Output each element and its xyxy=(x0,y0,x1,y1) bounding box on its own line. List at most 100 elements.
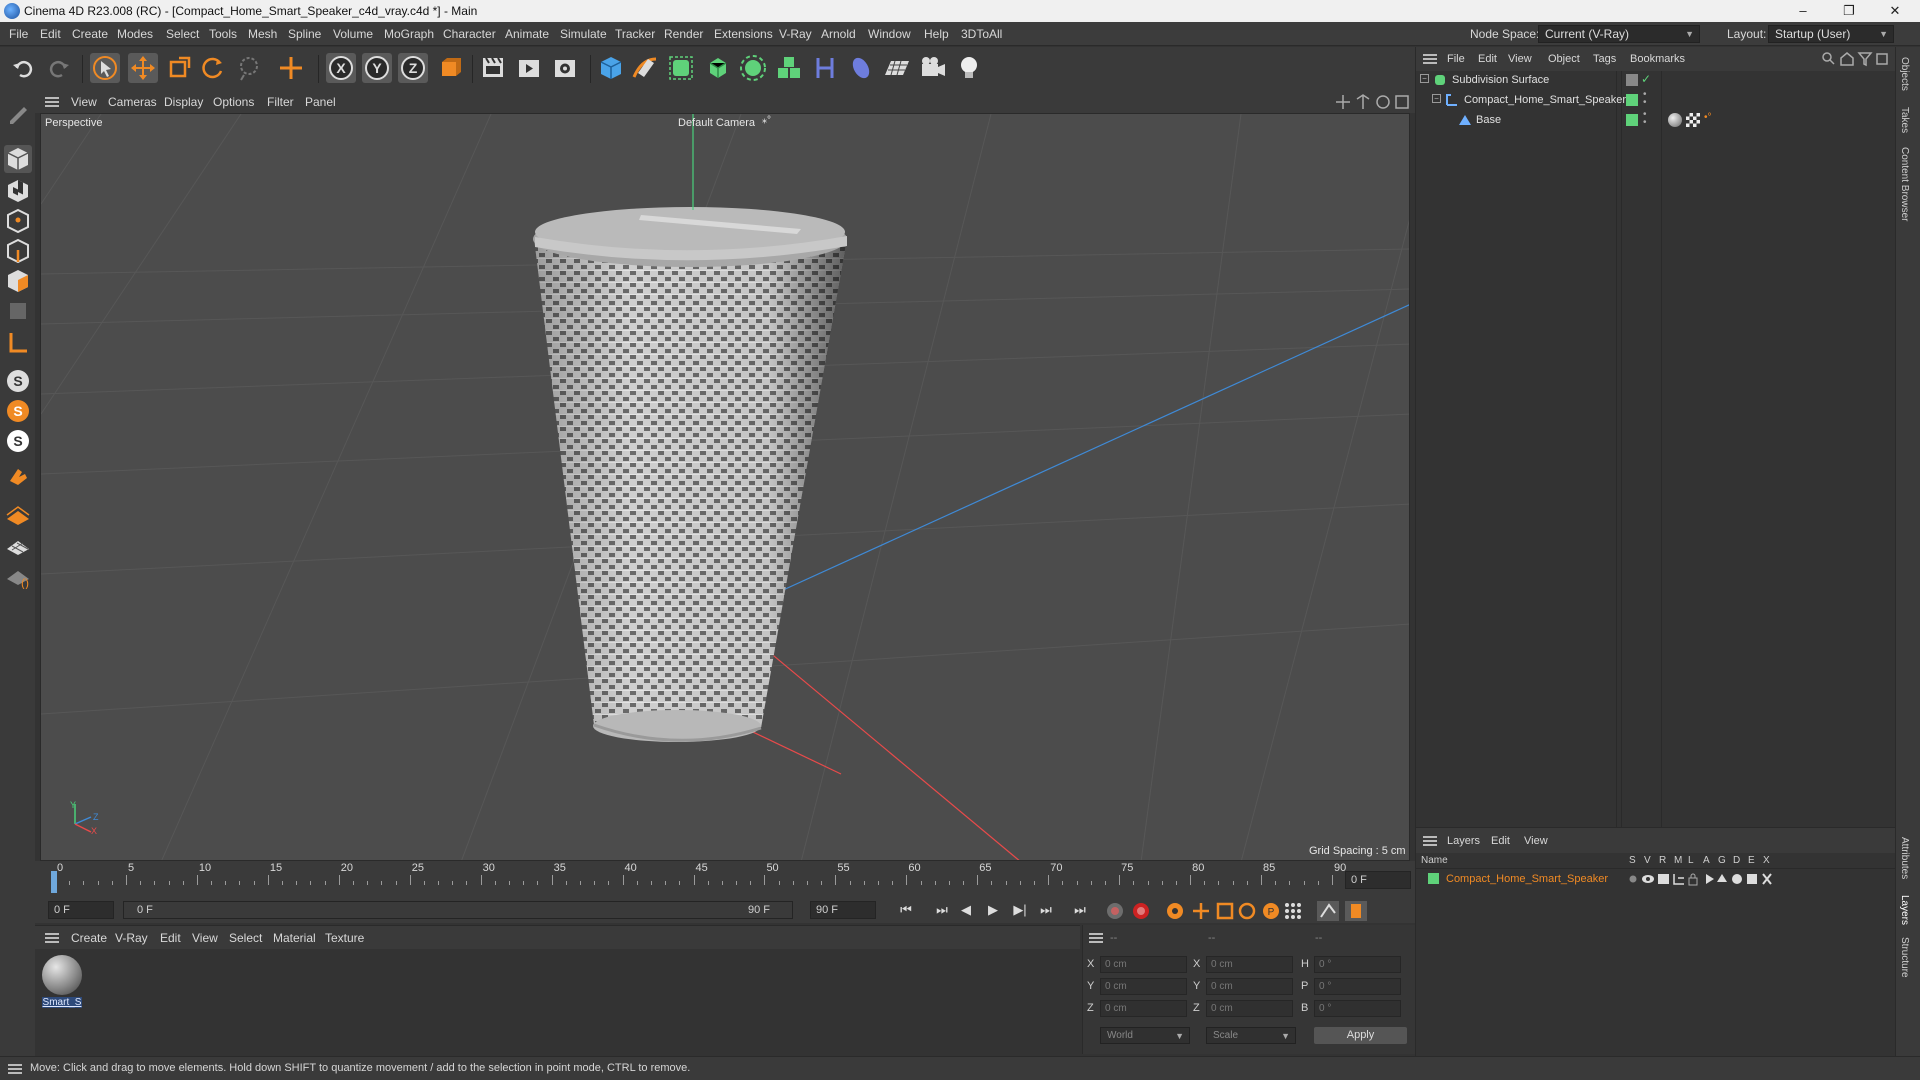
hamburger-menu-icon[interactable] xyxy=(1423,836,1437,846)
minimize-button[interactable]: – xyxy=(1780,0,1826,22)
end-frame-field[interactable]: 90 F xyxy=(810,901,876,919)
material-swatch[interactable]: Smart_S xyxy=(42,955,82,1013)
layer-col-view[interactable]: V xyxy=(1644,855,1651,866)
menu-render[interactable]: Render xyxy=(664,27,703,41)
cube-primitive-button[interactable] xyxy=(596,53,626,83)
object-menu-object[interactable]: Object xyxy=(1548,53,1580,65)
size-mode-dropdown[interactable]: Scale ▼ xyxy=(1206,1027,1296,1044)
menu-vray[interactable]: V-Ray xyxy=(779,27,812,41)
layer-menu-layers[interactable]: Layers xyxy=(1447,835,1480,847)
hamburger-menu-icon[interactable] xyxy=(1089,933,1103,943)
texture-mode-button[interactable] xyxy=(4,177,32,205)
select-tool-button[interactable] xyxy=(90,53,120,83)
hamburger-menu-icon[interactable] xyxy=(8,1064,22,1074)
go-to-end-button[interactable]: ⏭ xyxy=(1069,900,1091,920)
snap-button[interactable]: S xyxy=(4,367,32,395)
spline-pen-button[interactable] xyxy=(630,53,660,83)
material-tag-icon[interactable] xyxy=(1668,113,1682,127)
layer-toggle-icons[interactable] xyxy=(1626,872,1776,886)
material-menu-create[interactable]: Create xyxy=(71,931,107,945)
material-menu-texture[interactable]: Texture xyxy=(325,931,364,945)
pos-y-field[interactable]: 0 cm xyxy=(1100,978,1187,995)
tab-structure[interactable]: Structure xyxy=(1899,937,1910,978)
frame-range-slider[interactable]: 0 F 90 F xyxy=(123,901,793,919)
render-settings-button[interactable] xyxy=(550,53,580,83)
object-menu-edit[interactable]: Edit xyxy=(1478,53,1497,65)
tab-layers[interactable]: Layers xyxy=(1899,895,1910,925)
camera-button[interactable] xyxy=(918,53,948,83)
edge-mode-button[interactable] xyxy=(4,237,32,265)
material-menu-view[interactable]: View xyxy=(192,931,218,945)
grid-plane-button[interactable] xyxy=(4,531,32,559)
hamburger-menu-icon[interactable] xyxy=(45,933,59,943)
axis-mode-button[interactable] xyxy=(4,329,32,357)
go-to-start-button[interactable]: ⏮ xyxy=(895,900,917,920)
layer-color-swatch[interactable] xyxy=(1428,873,1439,884)
node-space-dropdown[interactable]: Current (V-Ray) ▼ xyxy=(1538,25,1700,43)
render-picture-viewer-button[interactable] xyxy=(514,53,544,83)
3d-viewport[interactable]: Perspective Default Camera ⁎° Y Z X Grid… xyxy=(40,113,1410,861)
layer-col-xref[interactable]: X xyxy=(1763,855,1770,866)
size-x-field[interactable]: 0 cm xyxy=(1206,956,1293,973)
layer-menu-view[interactable]: View xyxy=(1524,835,1548,847)
layer-menu-edit[interactable]: Edit xyxy=(1491,835,1510,847)
rotate-tool-button[interactable] xyxy=(198,53,228,83)
size-y-field[interactable]: 0 cm xyxy=(1206,978,1293,995)
menu-edit[interactable]: Edit xyxy=(40,27,61,41)
mograph-button[interactable] xyxy=(774,53,804,83)
menu-tracker[interactable]: Tracker xyxy=(615,27,655,41)
texture-tag-icon[interactable] xyxy=(1686,113,1700,127)
redo-button[interactable] xyxy=(44,53,74,83)
timeline-ruler[interactable]: 0 5 10 15 20 25 30 35 40 45 50 55 60 65 70 75 80 85 90 0 F xyxy=(35,861,1415,897)
next-key-button[interactable]: ⏭ xyxy=(1035,900,1057,920)
menu-character[interactable]: Character xyxy=(443,27,496,41)
menu-file[interactable]: File xyxy=(9,27,28,41)
menu-modes[interactable]: Modes xyxy=(117,27,153,41)
coordinate-system-button[interactable] xyxy=(434,53,464,83)
viewport-menu-options[interactable]: Options xyxy=(213,95,254,109)
layer-color-swatch[interactable] xyxy=(1626,114,1638,126)
collapse-icon[interactable]: − xyxy=(1432,94,1441,103)
tab-attributes[interactable]: Attributes xyxy=(1899,837,1910,879)
layer-col-generators[interactable]: G xyxy=(1718,855,1726,866)
deformer-button[interactable] xyxy=(810,53,840,83)
hamburger-menu-icon[interactable] xyxy=(1423,54,1437,64)
x-axis-lock-button[interactable]: X xyxy=(326,53,356,83)
workplane-button[interactable] xyxy=(4,501,32,529)
menu-select[interactable]: Select xyxy=(166,27,199,41)
viewport-menu-view[interactable]: View xyxy=(71,95,97,109)
undo-button[interactable] xyxy=(8,53,38,83)
maximize-button[interactable]: ❐ xyxy=(1826,0,1872,22)
menu-arnold[interactable]: Arnold xyxy=(821,27,856,41)
z-axis-lock-button[interactable]: Z xyxy=(398,53,428,83)
rot-h-field[interactable]: 0 ° xyxy=(1314,956,1401,973)
object-row-base[interactable]: Base • • •° xyxy=(1416,110,1896,131)
coordinate-mode-dropdown[interactable]: World ▼ xyxy=(1100,1027,1190,1044)
object-menu-bookmarks[interactable]: Bookmarks xyxy=(1630,53,1685,65)
checkmark-icon[interactable]: ✓ xyxy=(1641,72,1651,86)
floor-button[interactable] xyxy=(882,53,912,83)
collapse-icon[interactable]: − xyxy=(1420,74,1429,83)
point-mode-button[interactable] xyxy=(4,207,32,235)
pos-x-field[interactable]: 0 cm xyxy=(1100,956,1187,973)
menu-simulate[interactable]: Simulate xyxy=(560,27,607,41)
workplane-snap-button[interactable]: S xyxy=(4,427,32,455)
locked-workplane-button[interactable]: () xyxy=(4,561,32,590)
menu-animate[interactable]: Animate xyxy=(505,27,549,41)
material-menu-vray[interactable]: V-Ray xyxy=(115,931,148,945)
play-button[interactable]: ▶ xyxy=(982,900,1004,920)
layer-col-render[interactable]: R xyxy=(1659,855,1666,866)
layer-color-swatch[interactable] xyxy=(1626,94,1638,106)
object-row-subdivision-surface[interactable]: − Subdivision Surface ✓ xyxy=(1416,71,1896,91)
make-editable-button[interactable] xyxy=(4,99,32,127)
render-view-button[interactable] xyxy=(478,53,508,83)
subdivision-surface-button[interactable] xyxy=(666,53,696,83)
apply-button[interactable]: Apply xyxy=(1314,1027,1407,1044)
object-menu-file[interactable]: File xyxy=(1447,53,1465,65)
rot-p-field[interactable]: 0 ° xyxy=(1314,978,1401,995)
menu-3dtoall[interactable]: 3DToAll xyxy=(961,27,1002,41)
layer-col-locked[interactable]: L xyxy=(1688,855,1694,866)
viewport-menu-cameras[interactable]: Cameras xyxy=(108,95,157,109)
uv-mode-button[interactable] xyxy=(4,297,32,325)
layer-col-manager[interactable]: M xyxy=(1674,855,1682,866)
